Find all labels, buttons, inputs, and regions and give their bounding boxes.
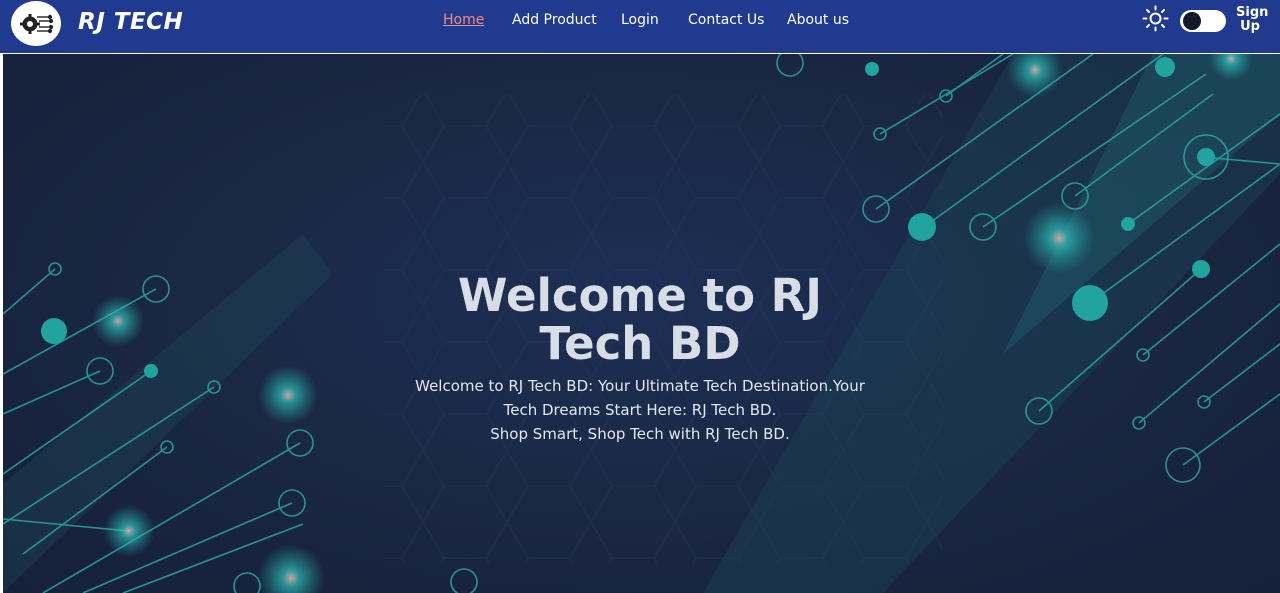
- hero-subtitle: Welcome to RJ Tech BD: Your Ultimate Tec…: [3, 374, 1280, 446]
- hero-subtitle-line2: Tech Dreams Start Here: RJ Tech BD.: [503, 401, 777, 419]
- toggle-knob: [1183, 12, 1201, 30]
- signup-label-line2: Up: [1240, 19, 1260, 34]
- hero-subtitle-line3: Shop Smart, Shop Tech with RJ Tech BD.: [490, 425, 790, 443]
- logo[interactable]: [11, 0, 61, 47]
- hero-title-line1: Welcome to RJ: [457, 269, 823, 322]
- hero-subtitle-line1: Welcome to RJ Tech BD: Your Ultimate Tec…: [415, 377, 865, 395]
- nav-home-link[interactable]: Home: [443, 12, 484, 28]
- theme-toggle[interactable]: [1180, 10, 1226, 32]
- nav-contact-link[interactable]: Contact Us: [688, 12, 764, 28]
- nav-login-link[interactable]: Login: [621, 12, 659, 28]
- circuit-gear-icon: [20, 13, 53, 34]
- brand-name[interactable]: RJ TECH: [78, 9, 183, 35]
- hero-title-line2: Tech BD: [539, 317, 741, 370]
- nav-add-product-link[interactable]: Add Product: [512, 12, 597, 28]
- logo-circle: [11, 1, 61, 46]
- navbar: RJ TECH Home Add Product Login Contact U…: [0, 0, 1280, 53]
- hero-banner: Welcome to RJ Tech BD Welcome to RJ Tech…: [3, 54, 1280, 593]
- sun-icon[interactable]: [1142, 5, 1169, 32]
- signup-button[interactable]: Sign Up: [1236, 5, 1269, 34]
- signup-label-line1: Sign: [1236, 5, 1269, 20]
- hero-title: Welcome to RJ Tech BD: [3, 272, 1280, 368]
- nav-about-link[interactable]: About us: [787, 12, 849, 28]
